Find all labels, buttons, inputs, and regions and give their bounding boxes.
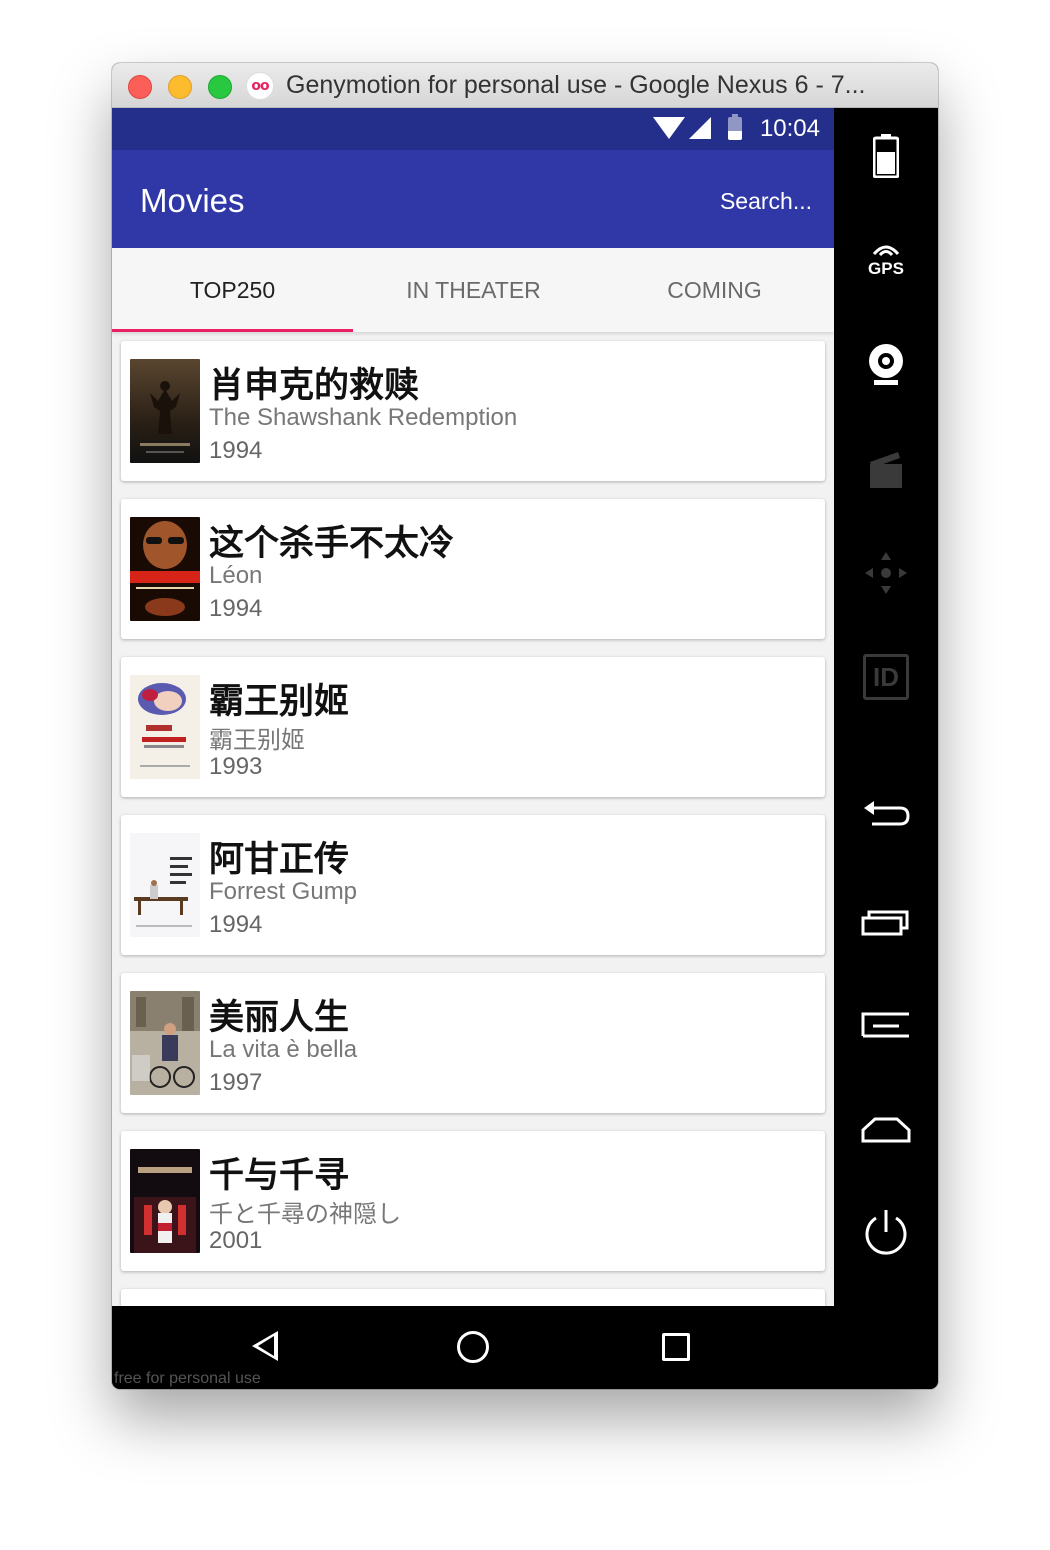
- recent-apps-icon[interactable]: [834, 908, 938, 941]
- movie-poster: [130, 359, 200, 463]
- android-screen: 10:04 Movies Search... TOP250 IN THEATER…: [112, 108, 834, 1306]
- tab-coming[interactable]: COMING: [594, 248, 834, 332]
- search-button[interactable]: Search...: [720, 188, 812, 215]
- movie-year: 1994: [209, 911, 263, 938]
- back-arrow-icon[interactable]: [834, 798, 938, 835]
- genymotion-toolbar: GPS ID: [834, 108, 938, 1342]
- close-window-button[interactable]: [128, 75, 152, 99]
- movie-poster: [130, 675, 200, 779]
- zoom-window-button[interactable]: [208, 75, 232, 99]
- webcam-icon[interactable]: [834, 342, 938, 393]
- status-time: 10:04: [759, 115, 820, 142]
- battery-icon[interactable]: [834, 134, 938, 183]
- movie-year: 2001: [209, 1227, 263, 1254]
- cell-signal-icon: [689, 117, 711, 139]
- nav-back-icon[interactable]: [252, 1331, 278, 1361]
- app-title: Movies: [140, 182, 245, 219]
- window-title: Genymotion for personal use - Google Nex…: [286, 71, 866, 99]
- movie-card[interactable]: [121, 1289, 825, 1306]
- movie-title: 霸王别姬: [209, 682, 350, 721]
- clapperboard-icon[interactable]: [834, 448, 938, 495]
- movie-card[interactable]: 这个杀手不太冷 Léon 1994: [121, 499, 825, 639]
- tab-top250[interactable]: TOP250: [112, 248, 353, 332]
- movie-original-title: 霸王别姬: [209, 727, 305, 754]
- movie-original-title: Forrest Gump: [209, 878, 358, 905]
- id-label: ID: [863, 654, 909, 700]
- movie-poster: [130, 991, 200, 1095]
- movie-card[interactable]: 千与千寻 千と千尋の神隠し 2001: [121, 1131, 825, 1271]
- movie-original-title: 千と千尋の神隠し: [209, 1201, 401, 1228]
- gps-label: GPS: [868, 259, 904, 278]
- movie-original-title: The Shawshank Redemption: [209, 404, 518, 431]
- android-nav-bar: free for personal use: [112, 1306, 938, 1389]
- active-tab-indicator: [112, 329, 353, 332]
- emulator-window: oo Genymotion for personal use - Google …: [112, 63, 938, 1389]
- movie-poster: [130, 1149, 200, 1253]
- wifi-icon: [653, 117, 685, 139]
- movie-card[interactable]: 阿甘正传 Forrest Gump 1994: [121, 815, 825, 955]
- movie-year: 1994: [209, 595, 263, 622]
- battery-icon: [728, 114, 742, 140]
- id-icon[interactable]: ID: [834, 654, 938, 700]
- dpad-icon[interactable]: [834, 548, 938, 603]
- window-titlebar: oo Genymotion for personal use - Google …: [112, 63, 938, 108]
- movie-title: 肖申克的救赎: [209, 366, 420, 405]
- movie-title: 美丽人生: [209, 998, 350, 1037]
- movie-card[interactable]: 美丽人生 La vita è bella 1997: [121, 973, 825, 1113]
- tab-in-theater[interactable]: IN THEATER: [353, 248, 594, 332]
- movie-card[interactable]: 霸王别姬 霸王别姬 1993: [121, 657, 825, 797]
- movie-poster: [130, 517, 200, 621]
- home-icon[interactable]: [834, 1116, 938, 1149]
- movie-original-title: La vita è bella: [209, 1036, 358, 1063]
- movie-year: 1994: [209, 437, 263, 464]
- movie-year: 1993: [209, 753, 263, 780]
- movie-original-title: Léon: [209, 562, 263, 589]
- movie-title: 阿甘正传: [209, 840, 350, 879]
- minimize-window-button[interactable]: [168, 75, 192, 99]
- movie-card[interactable]: 肖申克的救赎 The Shawshank Redemption 1994: [121, 341, 825, 481]
- movie-year: 1997: [209, 1069, 263, 1096]
- movie-title: 千与千寻: [209, 1156, 350, 1195]
- menu-icon[interactable]: [834, 1010, 938, 1043]
- nav-recents-icon[interactable]: [662, 1333, 690, 1361]
- nav-home-icon[interactable]: [457, 1331, 489, 1363]
- gps-icon[interactable]: GPS: [834, 240, 938, 279]
- tab-bar: TOP250 IN THEATER COMING: [112, 248, 834, 332]
- watermark-text: free for personal use: [114, 1370, 261, 1387]
- movie-poster: [130, 833, 200, 937]
- power-icon[interactable]: [834, 1208, 938, 1263]
- genymotion-logo-icon: oo: [246, 72, 274, 100]
- app-bar: Movies Search...: [112, 150, 834, 248]
- status-bar: 10:04: [112, 108, 834, 150]
- movie-title: 这个杀手不太冷: [209, 524, 455, 563]
